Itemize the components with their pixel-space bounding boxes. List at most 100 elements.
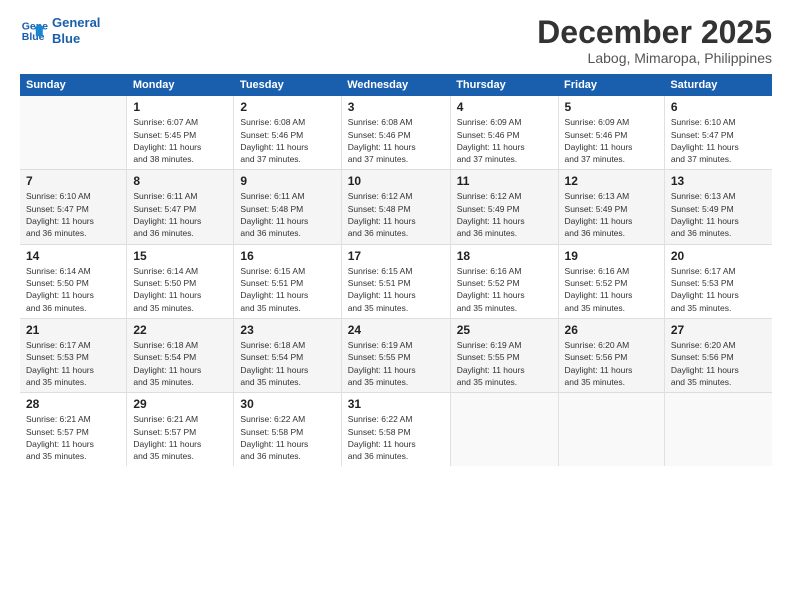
- day-info: Sunrise: 6:11 AMSunset: 5:47 PMDaylight:…: [133, 190, 227, 239]
- day-cell: 14 Sunrise: 6:14 AMSunset: 5:50 PMDayligh…: [20, 244, 127, 318]
- day-number: 28: [26, 397, 120, 411]
- day-number: 4: [457, 100, 552, 114]
- day-number: 29: [133, 397, 227, 411]
- day-number: 9: [240, 174, 334, 188]
- day-number: 18: [457, 249, 552, 263]
- day-info: Sunrise: 6:13 AMSunset: 5:49 PMDaylight:…: [565, 190, 658, 239]
- day-info: Sunrise: 6:20 AMSunset: 5:56 PMDaylight:…: [565, 339, 658, 388]
- day-info: Sunrise: 6:11 AMSunset: 5:48 PMDaylight:…: [240, 190, 334, 239]
- day-number: 13: [671, 174, 766, 188]
- day-number: 31: [348, 397, 444, 411]
- day-info: Sunrise: 6:10 AMSunset: 5:47 PMDaylight:…: [671, 116, 766, 165]
- day-number: 27: [671, 323, 766, 337]
- day-number: 15: [133, 249, 227, 263]
- day-number: 25: [457, 323, 552, 337]
- title-area: December 2025 Labog, Mimaropa, Philippin…: [537, 15, 772, 66]
- week-row-3: 14 Sunrise: 6:14 AMSunset: 5:50 PMDayligh…: [20, 244, 772, 318]
- column-header-tuesday: Tuesday: [234, 74, 341, 96]
- day-info: Sunrise: 6:21 AMSunset: 5:57 PMDaylight:…: [133, 413, 227, 462]
- logo-text: General Blue: [52, 15, 100, 46]
- day-info: Sunrise: 6:10 AMSunset: 5:47 PMDaylight:…: [26, 190, 120, 239]
- page: General Blue General Blue December 2025 …: [0, 0, 792, 612]
- day-info: Sunrise: 6:09 AMSunset: 5:46 PMDaylight:…: [565, 116, 658, 165]
- day-info: Sunrise: 6:08 AMSunset: 5:46 PMDaylight:…: [240, 116, 334, 165]
- day-cell: 7 Sunrise: 6:10 AMSunset: 5:47 PMDaylight…: [20, 170, 127, 244]
- day-info: Sunrise: 6:08 AMSunset: 5:46 PMDaylight:…: [348, 116, 444, 165]
- day-number: 24: [348, 323, 444, 337]
- day-info: Sunrise: 6:15 AMSunset: 5:51 PMDaylight:…: [240, 265, 334, 314]
- day-cell: 30 Sunrise: 6:22 AMSunset: 5:58 PMDayligh…: [234, 393, 341, 467]
- day-cell: 8 Sunrise: 6:11 AMSunset: 5:47 PMDaylight…: [127, 170, 234, 244]
- day-cell: 18 Sunrise: 6:16 AMSunset: 5:52 PMDayligh…: [450, 244, 558, 318]
- day-cell: 21 Sunrise: 6:17 AMSunset: 5:53 PMDayligh…: [20, 318, 127, 392]
- day-number: 21: [26, 323, 120, 337]
- day-cell: 28 Sunrise: 6:21 AMSunset: 5:57 PMDayligh…: [20, 393, 127, 467]
- day-info: Sunrise: 6:21 AMSunset: 5:57 PMDaylight:…: [26, 413, 120, 462]
- week-row-1: 1 Sunrise: 6:07 AMSunset: 5:45 PMDaylight…: [20, 96, 772, 170]
- day-cell: 31 Sunrise: 6:22 AMSunset: 5:58 PMDayligh…: [341, 393, 450, 467]
- day-cell: 12 Sunrise: 6:13 AMSunset: 5:49 PMDayligh…: [558, 170, 664, 244]
- day-info: Sunrise: 6:17 AMSunset: 5:53 PMDaylight:…: [26, 339, 120, 388]
- header-row: SundayMondayTuesdayWednesdayThursdayFrid…: [20, 74, 772, 96]
- day-info: Sunrise: 6:18 AMSunset: 5:54 PMDaylight:…: [133, 339, 227, 388]
- column-header-wednesday: Wednesday: [341, 74, 450, 96]
- day-cell: 29 Sunrise: 6:21 AMSunset: 5:57 PMDayligh…: [127, 393, 234, 467]
- day-number: 3: [348, 100, 444, 114]
- day-info: Sunrise: 6:13 AMSunset: 5:49 PMDaylight:…: [671, 190, 766, 239]
- column-header-saturday: Saturday: [664, 74, 772, 96]
- day-info: Sunrise: 6:07 AMSunset: 5:45 PMDaylight:…: [133, 116, 227, 165]
- day-cell: 9 Sunrise: 6:11 AMSunset: 5:48 PMDaylight…: [234, 170, 341, 244]
- day-cell: [20, 96, 127, 170]
- day-cell: 23Sunrise: 6:18 AMSunset: 5:54 PMDayligh…: [234, 318, 341, 392]
- day-info: Sunrise: 6:20 AMSunset: 5:56 PMDaylight:…: [671, 339, 766, 388]
- day-cell: 2 Sunrise: 6:08 AMSunset: 5:46 PMDaylight…: [234, 96, 341, 170]
- day-cell: [558, 393, 664, 467]
- day-cell: 6 Sunrise: 6:10 AMSunset: 5:47 PMDaylight…: [664, 96, 772, 170]
- week-row-4: 21 Sunrise: 6:17 AMSunset: 5:53 PMDayligh…: [20, 318, 772, 392]
- day-number: 6: [671, 100, 766, 114]
- day-number: 17: [348, 249, 444, 263]
- day-cell: 1 Sunrise: 6:07 AMSunset: 5:45 PMDaylight…: [127, 96, 234, 170]
- day-info: Sunrise: 6:14 AMSunset: 5:50 PMDaylight:…: [26, 265, 120, 314]
- day-cell: 17 Sunrise: 6:15 AMSunset: 5:51 PMDayligh…: [341, 244, 450, 318]
- day-number: 11: [457, 174, 552, 188]
- day-cell: 22 Sunrise: 6:18 AMSunset: 5:54 PMDayligh…: [127, 318, 234, 392]
- day-info: Sunrise: 6:22 AMSunset: 5:58 PMDaylight:…: [240, 413, 334, 462]
- day-cell: [450, 393, 558, 467]
- day-cell: 5Sunrise: 6:09 AMSunset: 5:46 PMDaylight…: [558, 96, 664, 170]
- day-cell: 13 Sunrise: 6:13 AMSunset: 5:49 PMDayligh…: [664, 170, 772, 244]
- week-row-2: 7 Sunrise: 6:10 AMSunset: 5:47 PMDaylight…: [20, 170, 772, 244]
- day-cell: 19Sunrise: 6:16 AMSunset: 5:52 PMDayligh…: [558, 244, 664, 318]
- calendar-table: SundayMondayTuesdayWednesdayThursdayFrid…: [20, 74, 772, 466]
- day-cell: 3 Sunrise: 6:08 AMSunset: 5:46 PMDaylight…: [341, 96, 450, 170]
- day-info: Sunrise: 6:12 AMSunset: 5:49 PMDaylight:…: [457, 190, 552, 239]
- day-number: 7: [26, 174, 120, 188]
- day-info: Sunrise: 6:19 AMSunset: 5:55 PMDaylight:…: [457, 339, 552, 388]
- day-info: Sunrise: 6:14 AMSunset: 5:50 PMDaylight:…: [133, 265, 227, 314]
- day-cell: 20Sunrise: 6:17 AMSunset: 5:53 PMDayligh…: [664, 244, 772, 318]
- day-number: 20: [671, 249, 766, 263]
- day-info: Sunrise: 6:15 AMSunset: 5:51 PMDaylight:…: [348, 265, 444, 314]
- day-number: 12: [565, 174, 658, 188]
- day-number: 14: [26, 249, 120, 263]
- day-cell: [664, 393, 772, 467]
- week-row-5: 28 Sunrise: 6:21 AMSunset: 5:57 PMDayligh…: [20, 393, 772, 467]
- day-cell: 25 Sunrise: 6:19 AMSunset: 5:55 PMDayligh…: [450, 318, 558, 392]
- day-info: Sunrise: 6:18 AMSunset: 5:54 PMDaylight:…: [240, 339, 334, 388]
- day-info: Sunrise: 6:09 AMSunset: 5:46 PMDaylight:…: [457, 116, 552, 165]
- column-header-friday: Friday: [558, 74, 664, 96]
- day-number: 2: [240, 100, 334, 114]
- day-cell: 16 Sunrise: 6:15 AMSunset: 5:51 PMDayligh…: [234, 244, 341, 318]
- day-cell: 4 Sunrise: 6:09 AMSunset: 5:46 PMDaylight…: [450, 96, 558, 170]
- day-info: Sunrise: 6:22 AMSunset: 5:58 PMDaylight:…: [348, 413, 444, 462]
- column-header-sunday: Sunday: [20, 74, 127, 96]
- day-number: 16: [240, 249, 334, 263]
- day-info: Sunrise: 6:19 AMSunset: 5:55 PMDaylight:…: [348, 339, 444, 388]
- day-number: 8: [133, 174, 227, 188]
- day-number: 30: [240, 397, 334, 411]
- day-number: 22: [133, 323, 227, 337]
- logo: General Blue General Blue: [20, 15, 100, 46]
- day-number: 1: [133, 100, 227, 114]
- day-cell: 26Sunrise: 6:20 AMSunset: 5:56 PMDayligh…: [558, 318, 664, 392]
- day-info: Sunrise: 6:16 AMSunset: 5:52 PMDaylight:…: [457, 265, 552, 314]
